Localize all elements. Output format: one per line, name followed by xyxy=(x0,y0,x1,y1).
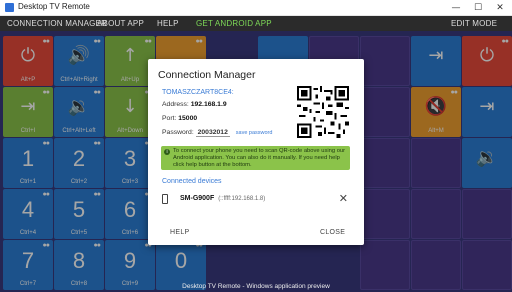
connected-devices-heading: Connected devices xyxy=(162,178,222,185)
address-value: 192.168.1.9 xyxy=(190,101,227,108)
qr-code xyxy=(297,86,349,138)
port-value: 15000 xyxy=(178,115,198,122)
minimize-button[interactable]: — xyxy=(445,0,467,16)
note-text: To connect your phone you need to scan Q… xyxy=(173,148,346,168)
window-title: Desktop TV Remote xyxy=(18,2,90,11)
address-row: Address: 192.168.1.9 xyxy=(162,101,227,108)
device-address: (::ffff:192.168.1.8) xyxy=(218,196,266,202)
menu-connection-manager[interactable]: CONNECTION MANAGER xyxy=(7,19,107,28)
menu-about-app[interactable]: ABOUT APP xyxy=(97,19,144,28)
connection-manager-dialog: Connection Manager TOMASZCZART8CE4: Addr… xyxy=(148,59,364,245)
title-bar: Desktop TV Remote — ☐ ✕ xyxy=(0,0,512,16)
password-label: Password: xyxy=(162,129,194,136)
port-label: Port: xyxy=(162,115,177,122)
menu-bar: CONNECTION MANAGER ABOUT APP HELP GET AN… xyxy=(0,16,512,31)
menu-edit-mode[interactable]: EDIT MODE xyxy=(451,19,497,28)
maximize-button[interactable]: ☐ xyxy=(467,0,489,16)
password-row: Password: 20032012 save password xyxy=(162,129,273,137)
app-window: Desktop TV Remote — ☐ ✕ CONNECTION MANAG… xyxy=(0,0,512,292)
preview-caption: Desktop TV Remote - Windows application … xyxy=(182,283,330,290)
help-button[interactable]: HELP xyxy=(170,229,190,236)
port-row: Port: 15000 xyxy=(162,115,197,122)
menu-help[interactable]: HELP xyxy=(157,19,179,28)
connection-help-note: i To connect your phone you need to scan… xyxy=(161,146,350,170)
close-button[interactable]: CLOSE xyxy=(320,229,345,236)
device-id: TOMASZCZART8CE4: xyxy=(162,89,234,96)
close-window-button[interactable]: ✕ xyxy=(489,0,511,16)
device-list-item: SM-G900F (::ffff:192.168.1.8) ✕ xyxy=(160,191,352,209)
device-name-row: SM-G900F (::ffff:192.168.1.8) xyxy=(180,195,265,202)
app-icon xyxy=(5,3,14,12)
device-name: SM-G900F xyxy=(180,195,215,202)
save-password-link[interactable]: save password xyxy=(236,130,273,136)
disconnect-device-icon[interactable]: ✕ xyxy=(339,192,348,205)
info-icon: i xyxy=(164,149,170,155)
menu-get-android-app[interactable]: GET ANDROID APP xyxy=(196,19,272,28)
password-field[interactable]: 20032012 xyxy=(195,129,230,137)
smartphone-icon xyxy=(162,194,168,204)
address-label: Address: xyxy=(162,101,189,108)
dialog-title: Connection Manager xyxy=(158,69,256,81)
